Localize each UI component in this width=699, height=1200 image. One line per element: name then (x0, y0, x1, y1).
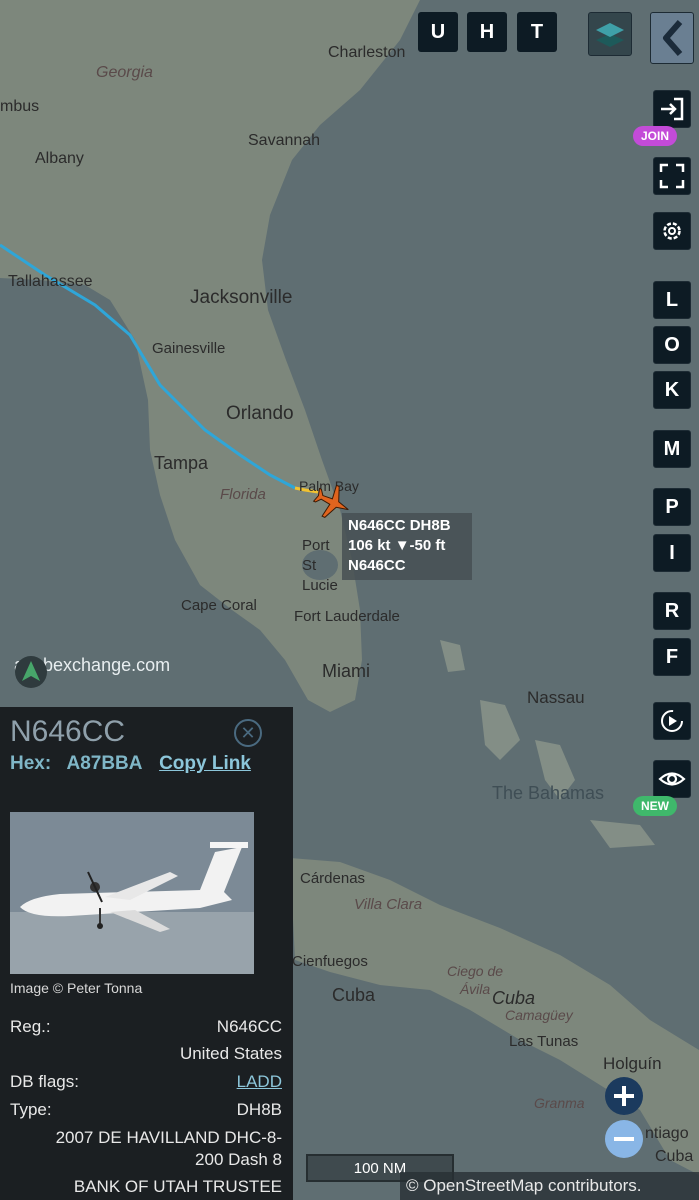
layers-button[interactable] (588, 12, 632, 56)
place-savannah: Savannah (248, 132, 321, 149)
toggle-u-button[interactable]: U (418, 12, 458, 52)
place-camaguey: Camagüey (505, 1007, 573, 1023)
close-icon: ✕ (240, 722, 256, 743)
eye-icon (658, 772, 686, 786)
db-flags-link[interactable]: LADD (237, 1072, 282, 1092)
toggle-f-button[interactable]: F (653, 638, 691, 676)
place-orlando: Orlando (226, 403, 294, 424)
place-nassau: Nassau (527, 688, 585, 707)
place-gainesville: Gainesville (152, 340, 226, 357)
login-button[interactable] (653, 90, 691, 128)
toggle-h-button[interactable]: H (467, 12, 507, 52)
place-granma: Granma (534, 1095, 585, 1111)
place-villa-clara: Villa Clara (354, 896, 423, 913)
place-fort-lauderdale: Fort Lauderdale (294, 608, 400, 625)
place-charleston: Charleston (328, 44, 406, 61)
join-badge[interactable]: JOIN (633, 126, 678, 146)
new-badge[interactable]: NEW (633, 796, 677, 816)
place-holguin: Holguín (603, 1054, 662, 1073)
hex-label: Hex: (10, 753, 52, 774)
brand-watermark: adsbexchange.com (14, 655, 170, 688)
place-cuba-2: Cuba (492, 988, 536, 1008)
place-cape-coral: Cape Coral (181, 597, 257, 614)
toggle-k-button[interactable]: K (653, 371, 691, 409)
type-desc-2: 200 Dash 8 (195, 1150, 282, 1169)
place-port-st-lucie: Port St Lucie (302, 537, 338, 594)
db-flags-label: DB flags: (10, 1072, 79, 1091)
aircraft-photo-image (10, 812, 254, 974)
zoom-in-button[interactable] (605, 1077, 643, 1115)
place-cardenas: Cárdenas (300, 870, 366, 887)
place-columbus: mbus (0, 98, 40, 115)
reg-value: N646CC (216, 1017, 282, 1036)
settings-icon (663, 222, 681, 240)
replay-icon (661, 710, 683, 732)
toggle-m-button[interactable]: M (653, 430, 691, 468)
place-bahamas: The Bahamas (492, 783, 605, 803)
owner-value: BANK OF UTAH TRUSTEE (73, 1177, 282, 1196)
place-jacksonville: Jacksonville (190, 287, 293, 308)
toggle-p-button[interactable]: P (653, 488, 691, 526)
aircraft-photo[interactable] (10, 812, 254, 974)
place-miami: Miami (322, 661, 370, 681)
hex-row: Hex: A87BBA Copy Link (10, 753, 251, 775)
plus-icon (614, 1086, 634, 1106)
back-button[interactable] (650, 12, 694, 64)
image-credit: Image © Peter Tonna (10, 980, 143, 996)
place-las-tunas: Las Tunas (509, 1033, 579, 1050)
minus-icon (614, 1137, 634, 1141)
toggle-o-button[interactable]: O (653, 326, 691, 364)
type-desc-1: 2007 DE HAVILLAND DHC-8- (55, 1128, 282, 1147)
settings-button[interactable] (653, 212, 691, 250)
place-albany: Albany (35, 150, 84, 167)
place-cuba-3: Cuba (655, 1148, 694, 1165)
adsbx-logo-icon (15, 656, 47, 688)
place-santiago: ntiago (645, 1125, 689, 1142)
aircraft-info-panel: N646CC ✕ Hex: A87BBA Copy Link Image © P… (0, 707, 293, 1200)
toggle-r-button[interactable]: R (653, 592, 691, 630)
place-tampa: Tampa (154, 453, 209, 473)
layers-icon (596, 23, 624, 47)
map-attribution[interactable]: © OpenStreetMap contributors. (400, 1172, 699, 1200)
fullscreen-button[interactable] (653, 157, 691, 195)
type-label: Type: (10, 1100, 52, 1119)
aircraft-label-line3: N646CC (348, 557, 406, 574)
replay-button[interactable] (653, 702, 691, 740)
eye-button[interactable] (653, 760, 691, 798)
place-georgia: Georgia (96, 64, 153, 81)
place-florida: Florida (220, 486, 266, 503)
aircraft-label[interactable]: N646CC DH8B 106 kt ▼-50 ft N646CC (342, 513, 472, 580)
place-tallahassee: Tallahassee (8, 273, 93, 290)
aircraft-label-line1: N646CC DH8B (348, 517, 451, 534)
copy-link[interactable]: Copy Link (159, 753, 251, 774)
type-value: DH8B (236, 1100, 282, 1119)
zoom-out-button[interactable] (605, 1120, 643, 1158)
back-icon (663, 20, 683, 56)
reg-label: Reg.: (10, 1017, 51, 1036)
fullscreen-icon (659, 163, 685, 189)
close-button[interactable]: ✕ (234, 719, 262, 747)
place-cuba-1: Cuba (332, 985, 376, 1005)
toggle-t-button[interactable]: T (517, 12, 557, 52)
toggle-l-button[interactable]: L (653, 281, 691, 319)
place-cienfuegos: Cienfuegos (292, 953, 368, 970)
hex-value: A87BBA (66, 753, 142, 774)
login-icon (661, 97, 684, 121)
aircraft-label-line2: 106 kt ▼-50 ft (348, 537, 446, 554)
panel-title: N646CC (10, 715, 126, 748)
toggle-i-button[interactable]: I (653, 534, 691, 572)
country-value: United States (179, 1044, 282, 1063)
